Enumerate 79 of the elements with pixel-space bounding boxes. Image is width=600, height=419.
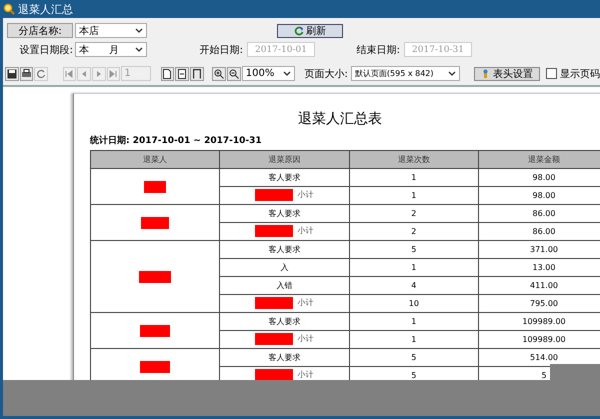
- table-cell: 小计: [297, 333, 314, 344]
- table-cell: 98.00: [532, 173, 556, 182]
- redaction-mark: [255, 368, 294, 380]
- redaction-mark: [255, 332, 294, 344]
- table-cell: 371.00: [530, 245, 558, 254]
- caret-icon: [282, 71, 291, 76]
- table-cell: 1: [411, 335, 416, 344]
- zoom-dropdown[interactable]: 100%: [242, 66, 295, 81]
- table-cell: 795.00: [530, 299, 558, 308]
- table-cell: 86.00: [532, 227, 556, 236]
- report-date-range: 统计日期: 2017-10-01 ~ 2017-10-31: [90, 134, 262, 147]
- print-icon[interactable]: [20, 66, 34, 80]
- table-cell: 入错: [276, 281, 292, 290]
- table-cell: 10: [408, 299, 419, 308]
- column-header: 退菜原因: [220, 150, 350, 168]
- table-cell: 客人要求: [268, 173, 300, 182]
- table-cell: 5: [411, 245, 416, 254]
- table-cell: 1: [411, 173, 416, 182]
- redaction-mark: [140, 324, 170, 336]
- zoom-out-icon[interactable]: [227, 66, 241, 80]
- table-cell: 小计: [297, 225, 314, 236]
- field-label: 开始日期:: [198, 44, 243, 56]
- table-cell: 小计: [297, 189, 314, 200]
- table-cell: 2: [411, 227, 416, 236]
- magnifier-icon: [3, 3, 15, 15]
- table-cell: 2: [411, 209, 416, 218]
- window-title: 退菜人汇总: [18, 2, 73, 16]
- table-cell: 客人要求: [268, 317, 300, 326]
- field-label: 结束日期:: [356, 44, 400, 56]
- zoom-in-icon[interactable]: [212, 66, 226, 80]
- period-dropdown[interactable]: 本 月: [75, 42, 147, 57]
- table-cell: 109989.00: [522, 335, 566, 344]
- table-cell: 1: [411, 317, 416, 326]
- table-cell: 411.00: [530, 281, 558, 290]
- refresh-icon: [294, 26, 304, 36]
- field-label: 设置日期段:: [18, 44, 73, 56]
- table-cell: 入: [280, 263, 288, 272]
- table-cell: 109989.00: [522, 317, 566, 326]
- redaction-mark: [141, 216, 170, 228]
- table-cell: 客人要求: [268, 245, 300, 254]
- caret-icon: [135, 28, 143, 33]
- table-cell: 5: [411, 371, 416, 380]
- table-cell: 客人要求: [268, 353, 300, 362]
- field-label: 分店名称:: [7, 23, 73, 38]
- table-cell: 小计: [297, 369, 314, 380]
- table-cell: 86.00: [532, 209, 556, 218]
- table-cell: 小计: [297, 297, 314, 308]
- column-header: 退菜次数: [349, 150, 478, 168]
- page-width-icon[interactable]: [175, 66, 189, 80]
- page-size-dropdown[interactable]: 默认页面(595 x 842): [350, 66, 460, 81]
- table-cell: 1: [411, 263, 416, 272]
- save-icon[interactable]: [5, 66, 19, 80]
- table-cell: 客人要求: [268, 209, 300, 218]
- table-cell: 1: [411, 191, 416, 200]
- refresh-button[interactable]: 刷新: [277, 24, 343, 38]
- header-settings-button[interactable]: 表头设置: [474, 66, 540, 80]
- caret-icon: [135, 47, 143, 52]
- column-header: 退菜金额: [478, 150, 600, 168]
- table-cell: 13.00: [532, 263, 556, 272]
- reload-icon[interactable]: [34, 66, 48, 80]
- redaction-mark: [139, 270, 172, 282]
- redaction-mark: [140, 360, 170, 372]
- show-page-numbers-checkbox[interactable]: 显示页码: [546, 66, 600, 80]
- table-cell: 514.00: [530, 353, 558, 362]
- redaction-mark: [144, 180, 166, 192]
- branch-dropdown[interactable]: 本店: [75, 23, 147, 38]
- redaction-mark: [255, 188, 294, 200]
- report-title: 退菜人汇总表: [297, 110, 383, 128]
- redaction-mark: [255, 296, 294, 308]
- table-cell: 5: [411, 353, 416, 362]
- table-cell: 98.00: [532, 191, 556, 200]
- table-cell: 4: [411, 281, 416, 290]
- page-icon[interactable]: [160, 66, 174, 80]
- caret-icon: [448, 71, 456, 76]
- redaction-mark: [255, 224, 294, 236]
- column-header: 退菜人: [90, 150, 220, 168]
- field-label: 页面大小:: [304, 68, 348, 80]
- page-fit-icon[interactable]: [190, 66, 204, 80]
- table-cell: 5: [541, 371, 547, 380]
